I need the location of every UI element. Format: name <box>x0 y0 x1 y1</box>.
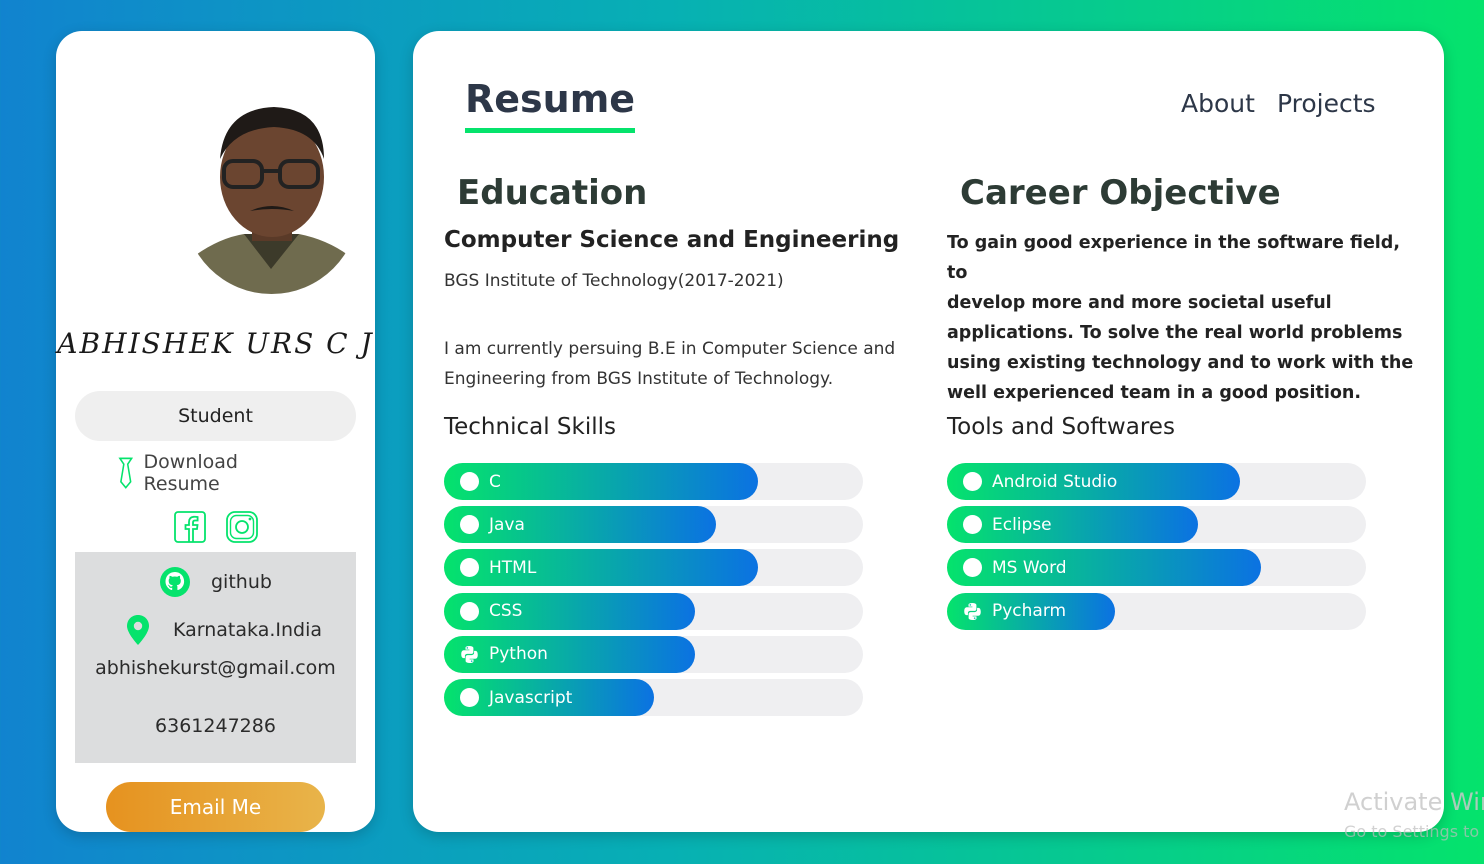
skill-bar-fill: Python <box>444 635 695 673</box>
skill-label: MS Word <box>992 557 1067 578</box>
objective-line: using existing technology and to work wi… <box>947 353 1414 373</box>
skill-bar-fill: Javascript <box>444 679 654 716</box>
skill-bar-track: Android Studio <box>947 463 1366 500</box>
profile-card: ABHISHEK URS C J Student Download Resume <box>56 31 375 832</box>
institute-text: BGS Institute of Technology(2017-2021) <box>444 271 784 291</box>
skill-label: Java <box>489 514 525 535</box>
skill-label: Android Studio <box>992 471 1118 492</box>
phone-number: 6361247286 <box>155 715 276 737</box>
page-title: Resume <box>465 77 636 133</box>
education-description-line2: Engineering from BGS Institute of Techno… <box>444 369 834 389</box>
location-pin-icon <box>127 615 149 645</box>
skill-bar-fill: MS Word <box>947 549 1261 587</box>
instagram-icon <box>226 511 258 543</box>
education-description-line1: I am currently persuing B.E in Computer … <box>444 339 896 359</box>
instagram-link[interactable] <box>225 510 259 544</box>
nav-about[interactable]: About <box>1181 89 1255 118</box>
objective-line: well experienced team in a good position… <box>947 383 1361 403</box>
skill-bar-track: C <box>444 463 863 500</box>
skill-label: HTML <box>489 557 537 578</box>
skill-label: CSS <box>489 601 523 622</box>
person-name: ABHISHEK URS C J <box>57 327 374 360</box>
location-label: Karnataka.India <box>173 619 323 641</box>
dot-icon <box>460 515 479 535</box>
dot-icon <box>963 558 982 578</box>
skill-label: Javascript <box>489 687 573 708</box>
objective-line: applications. To solve the real world pr… <box>947 323 1403 343</box>
avatar-photo <box>184 99 359 294</box>
contact-box: github Karnataka.India abhishekurst@gmai… <box>75 552 356 763</box>
main-card: Resume About Projects Education Computer… <box>413 31 1444 832</box>
email-address: abhishekurst@gmail.com <box>95 657 336 679</box>
github-icon <box>160 567 190 597</box>
email-row: abhishekurst@gmail.com <box>75 657 356 679</box>
facebook-link[interactable] <box>173 510 207 544</box>
skill-bar-track: Java <box>444 506 863 544</box>
nav-projects[interactable]: Projects <box>1277 89 1376 118</box>
objective-line: develop more and more societal useful <box>947 293 1332 313</box>
skill-bar-fill: HTML <box>444 549 758 587</box>
skill-bar-track: Javascript <box>444 679 863 716</box>
skill-label: Pycharm <box>992 601 1067 622</box>
github-label: github <box>211 571 272 593</box>
dot-icon <box>963 515 982 535</box>
activation-watermark: Activate Win <box>1344 788 1484 816</box>
facebook-icon <box>174 511 206 543</box>
skill-bar-fill: Java <box>444 506 716 544</box>
skill-label: Eclipse <box>992 514 1052 535</box>
dot-icon <box>460 558 479 578</box>
github-row[interactable]: github <box>159 566 272 598</box>
skill-bar-fill: CSS <box>444 592 695 630</box>
social-links <box>173 510 259 544</box>
skill-bar-track: Eclipse <box>947 506 1366 544</box>
skill-bar-track: HTML <box>444 549 863 587</box>
download-resume-label: Download Resume <box>143 451 238 495</box>
career-objective-text: To gain good experience in the software … <box>947 228 1417 408</box>
tools-heading: Tools and Softwares <box>947 414 1175 440</box>
skill-bar-track: Pycharm <box>947 592 1366 630</box>
location-row: Karnataka.India <box>125 614 322 646</box>
technical-skills-heading: Technical Skills <box>444 414 616 440</box>
skill-bar-track: CSS <box>444 592 863 630</box>
download-resume-link[interactable]: Download Resume <box>116 451 316 495</box>
dot-icon <box>460 601 479 621</box>
skill-label: C <box>489 471 501 492</box>
avatar <box>184 99 359 294</box>
dot-icon <box>963 472 982 491</box>
education-heading: Education <box>457 173 648 213</box>
role-badge: Student <box>75 391 356 441</box>
phone-row: 6361247286 <box>75 715 356 737</box>
degree-title: Computer Science and Engineering <box>444 227 900 253</box>
objective-line: To gain good experience in the software … <box>947 233 1400 283</box>
python-icon <box>964 602 981 620</box>
skill-label: Python <box>489 644 548 665</box>
email-me-button[interactable]: Email Me <box>106 782 325 832</box>
activation-watermark-sub: Go to Settings to <box>1344 822 1480 841</box>
skill-bar-fill: C <box>444 463 758 500</box>
skill-bar-track: MS Word <box>947 549 1366 587</box>
python-icon <box>461 645 478 663</box>
skill-bar-fill: Android Studio <box>947 463 1240 500</box>
skill-bar-fill: Eclipse <box>947 506 1198 544</box>
skill-bar-fill: Pycharm <box>947 592 1115 630</box>
career-objective-heading: Career Objective <box>960 173 1281 213</box>
dot-icon <box>460 472 479 491</box>
dot-icon <box>460 688 479 707</box>
tie-icon <box>118 457 134 489</box>
skill-bar-track: Python <box>444 635 863 673</box>
